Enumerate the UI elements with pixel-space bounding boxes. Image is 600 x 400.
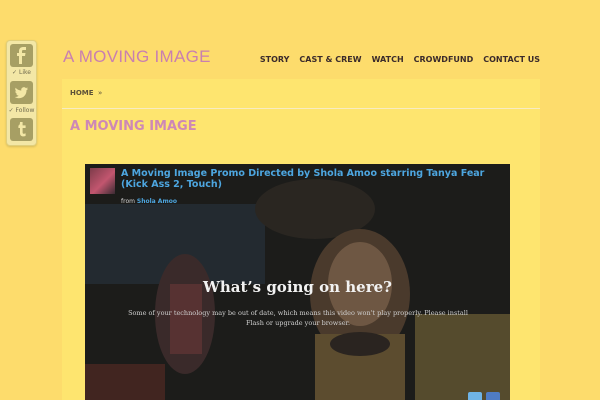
- main-nav: STORY CAST & CREW WATCH CROWDFUND CONTAC…: [260, 55, 540, 64]
- nav-item-cast-crew[interactable]: CAST & CREW: [299, 55, 361, 64]
- video-byline: from Shola Amoo: [121, 198, 177, 205]
- nav-item-contact-us[interactable]: CONTACT US: [483, 55, 540, 64]
- content-panel: HOME » A MOVING IMAGE A Moving Image Pro…: [62, 79, 540, 400]
- breadcrumb: HOME »: [62, 79, 540, 109]
- nav-item-crowdfund[interactable]: CROWDFUND: [414, 55, 474, 64]
- video-author-link[interactable]: Shola Amoo: [137, 198, 177, 205]
- error-message: Some of your technology may be out of da…: [128, 309, 468, 327]
- error-title: What’s going on here?: [203, 278, 392, 296]
- video-player[interactable]: A Moving Image Promo Directed by Shola A…: [85, 164, 510, 400]
- breadcrumb-separator: »: [98, 89, 103, 97]
- social-sidebar: ✓ Like ✓ Follow: [6, 40, 37, 146]
- twitter-icon[interactable]: [10, 81, 33, 104]
- breadcrumb-home-link[interactable]: HOME: [70, 89, 94, 97]
- facebook-share-icon[interactable]: [486, 392, 500, 400]
- facebook-like-label: ✓ Like: [12, 69, 31, 76]
- twitter-follow-label: ✓ Follow: [8, 107, 35, 114]
- facebook-icon[interactable]: [10, 44, 33, 67]
- video-share-icons: [468, 392, 500, 400]
- byline-from-label: from: [121, 198, 135, 205]
- site-logo[interactable]: A MOVING IMAGE: [63, 47, 211, 67]
- nav-item-watch[interactable]: WATCH: [372, 55, 404, 64]
- nav-item-story[interactable]: STORY: [260, 55, 290, 64]
- tumblr-icon[interactable]: [10, 118, 33, 141]
- video-title-link[interactable]: A Moving Image Promo Directed by Shola A…: [121, 168, 506, 190]
- author-avatar[interactable]: [90, 168, 115, 194]
- page-title: A MOVING IMAGE: [70, 119, 197, 134]
- twitter-share-icon[interactable]: [468, 392, 482, 400]
- breadcrumb-trail: HOME »: [70, 89, 102, 97]
